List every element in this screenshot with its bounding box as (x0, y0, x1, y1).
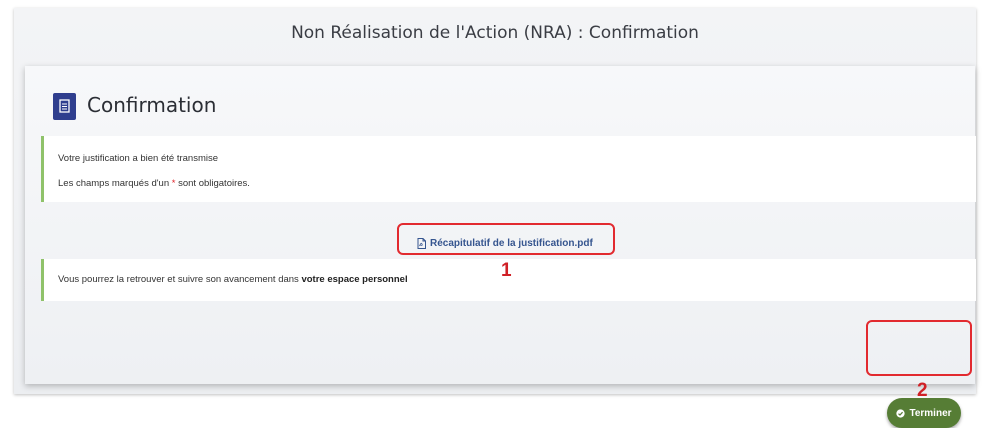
follow-up-message: Vous pourrez la retrouver et suivre son … (58, 274, 408, 285)
annotation-marker-1: 1 (501, 260, 512, 281)
required-star: * (171, 178, 176, 189)
required-fields-note: Les champs marqués d'un * sont obligatoi… (58, 178, 250, 189)
annotation-marker-2: 2 (917, 380, 928, 401)
card-title: Confirmation (87, 93, 217, 117)
document-icon (53, 93, 76, 120)
follow-up-prefix: Vous pourrez la retrouver et suivre son … (58, 274, 299, 285)
required-note-suffix: sont obligatoires. (178, 178, 250, 189)
check-circle-icon (896, 408, 906, 418)
page-title: Non Réalisation de l'Action (NRA) : Conf… (291, 23, 699, 43)
required-note-prefix: Les champs marqués d'un (58, 178, 170, 189)
card-header: Confirmation (25, 66, 975, 132)
confirmation-info-box: Votre justification a bien été transmise… (41, 136, 976, 202)
transmitted-message: Votre justification a bien été transmise (58, 153, 219, 164)
page-container: Non Réalisation de l'Action (NRA) : Conf… (14, 8, 976, 428)
annotation-highlight-1 (397, 223, 615, 255)
personal-space-emphasis: votre espace personnel (301, 274, 408, 285)
annotation-highlight-2 (866, 320, 972, 376)
finish-button-label[interactable]: Terminer (909, 408, 951, 419)
